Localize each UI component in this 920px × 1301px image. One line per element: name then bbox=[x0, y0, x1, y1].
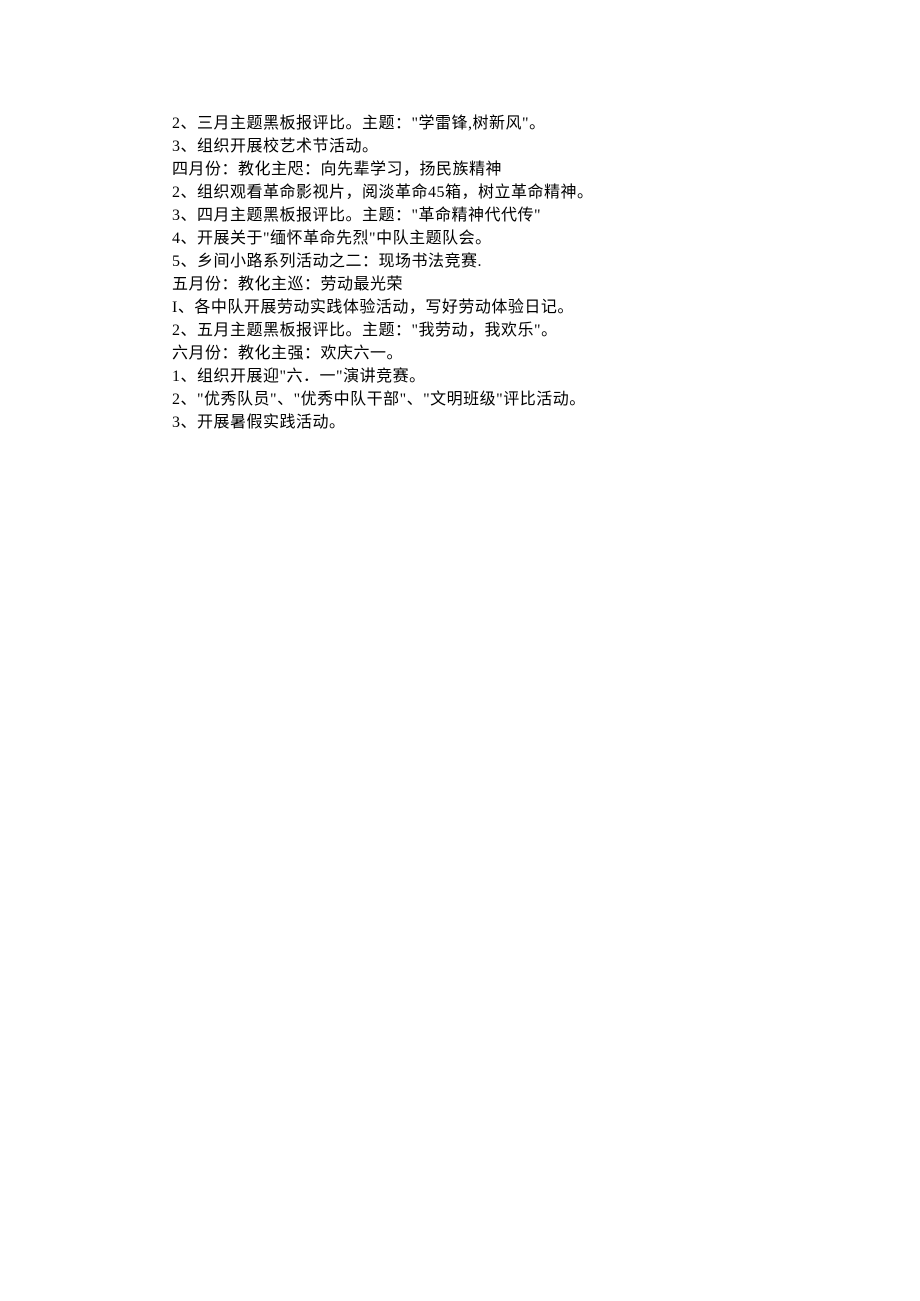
text-line: 2、五月主题黑板报评比。主题："我劳动，我欢乐"。 bbox=[172, 319, 820, 342]
text-line: 5、乡间小路系列活动之二：现场书法竞赛. bbox=[172, 250, 820, 273]
text-line: 3、组织开展校艺术节活动。 bbox=[172, 135, 820, 158]
text-line: 2、三月主题黑板报评比。主题："学雷锋,树新风"。 bbox=[172, 112, 820, 135]
text-line: 1、组织开展迎"六．一"演讲竞赛。 bbox=[172, 365, 820, 388]
text-line: 五月份：教化主巡：劳动最光荣 bbox=[172, 273, 820, 296]
text-line: 4、开展关于"缅怀革命先烈"中队主题队会。 bbox=[172, 227, 820, 250]
text-line: 3、开展暑假实践活动。 bbox=[172, 411, 820, 434]
text-line: 2、"优秀队员"、"优秀中队干部"、"文明班级"评比活动。 bbox=[172, 388, 820, 411]
document-content: 2、三月主题黑板报评比。主题："学雷锋,树新风"。 3、组织开展校艺术节活动。 … bbox=[0, 0, 920, 434]
text-line: I、各中队开展劳动实践体验活动，写好劳动体验日记。 bbox=[172, 296, 820, 319]
text-line: 四月份：教化主咫：向先辈学习，扬民族精神 bbox=[172, 158, 820, 181]
text-line: 六月份：教化主强：欢庆六一。 bbox=[172, 342, 820, 365]
text-line: 2、组织观看革命影视片，阅淡革命45箱，树立革命精神。 bbox=[172, 181, 820, 204]
text-line: 3、四月主题黑板报评比。主题："革命精神代代传" bbox=[172, 204, 820, 227]
